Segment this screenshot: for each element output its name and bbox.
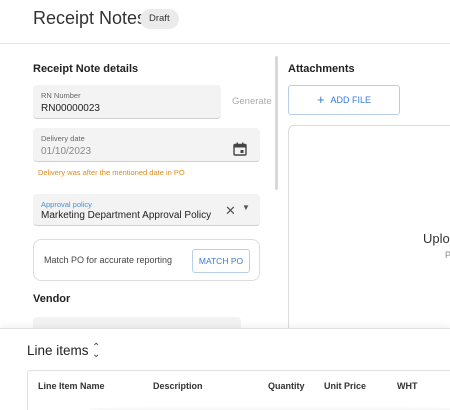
- column-header[interactable]: Description: [153, 381, 203, 391]
- approval-policy-value: Marketing Department Approval Policy: [41, 210, 212, 221]
- delivery-date-label: Delivery date: [41, 134, 85, 143]
- status-badge: Draft: [140, 9, 179, 29]
- delivery-date-value: 01/10/2023: [41, 146, 92, 157]
- column-header[interactable]: Line Item Name: [38, 381, 105, 391]
- receipt-note-details-title: Receipt Note details: [33, 63, 139, 75]
- attachments-title: Attachments: [288, 63, 355, 75]
- page-title: Receipt Notes: [33, 8, 147, 28]
- match-po-text: Match PO for accurate reporting: [44, 255, 173, 265]
- rn-number-value: RN00000023: [41, 103, 100, 114]
- calendar-icon[interactable]: [233, 142, 247, 156]
- add-file-label: ADD FILE: [330, 95, 372, 105]
- line-items-table: Line Item Name Description Quantity Unit…: [27, 370, 450, 410]
- chevron-down-icon[interactable]: ▼: [242, 203, 250, 212]
- line-items-title: Line items: [27, 343, 89, 358]
- table-row-shadow: [88, 406, 450, 410]
- match-po-button[interactable]: MATCH PO: [192, 249, 250, 273]
- page-header: Receipt Notes Draft: [0, 0, 450, 44]
- clear-icon[interactable]: ✕: [225, 203, 236, 219]
- column-header[interactable]: Unit Price: [324, 381, 366, 391]
- upload-dropzone[interactable]: Uplo P: [288, 125, 450, 340]
- dropzone-subtitle: P: [445, 250, 450, 260]
- dropzone-title: Uplo: [423, 231, 450, 246]
- plus-icon: +: [316, 92, 325, 107]
- delivery-warning: Delivery was after the mentioned date in…: [38, 168, 185, 177]
- vendor-title: Vendor: [33, 293, 71, 305]
- column-header[interactable]: WHT: [397, 381, 418, 391]
- match-po-panel: Match PO for accurate reporting MATCH PO: [33, 239, 260, 281]
- add-file-button[interactable]: + ADD FILE: [288, 85, 400, 115]
- delivery-date-field[interactable]: Delivery date 01/10/2023: [33, 128, 260, 162]
- scrollbar[interactable]: [275, 56, 278, 190]
- expand-collapse-icon[interactable]: ⌃ ⌄: [92, 343, 100, 360]
- line-items-panel: Line items ⌃ ⌄ Line Item Name Description…: [0, 328, 450, 410]
- rn-number-label: RN Number: [41, 91, 81, 100]
- column-header[interactable]: Quantity: [268, 381, 305, 391]
- rn-number-field[interactable]: RN Number RN00000023: [33, 85, 221, 119]
- approval-policy-label: Approval policy: [41, 200, 92, 209]
- generate-button[interactable]: Generate: [232, 96, 272, 107]
